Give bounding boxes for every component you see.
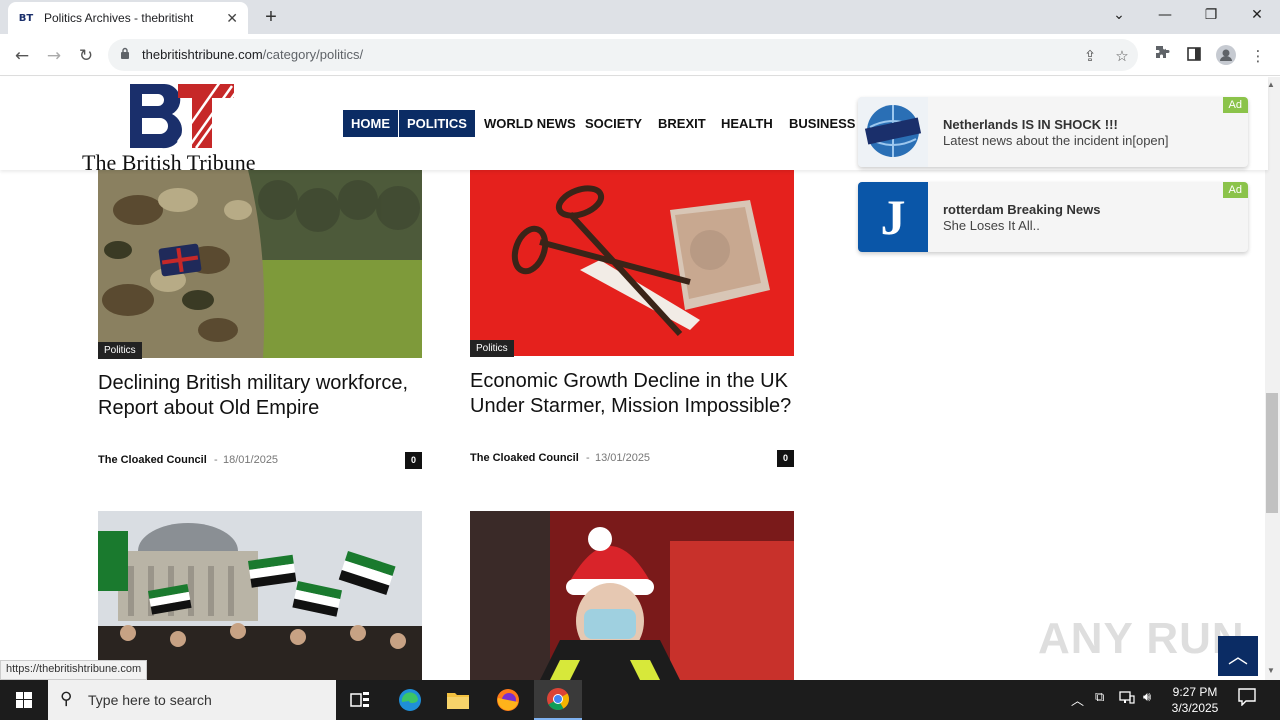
ad-title[interactable]: rotterdam Breaking News — [943, 202, 1101, 217]
windows-start-icon[interactable] — [0, 680, 48, 720]
notification-center-icon[interactable] — [1238, 688, 1256, 710]
nav-home[interactable]: HOME — [343, 110, 398, 137]
article-headline[interactable]: Declining British military workforce, Re… — [98, 371, 422, 421]
scroll-up-arrow-icon[interactable]: ▲ — [1267, 80, 1275, 89]
search-magnifier-icon: ⚲ — [60, 689, 73, 709]
firefox-icon[interactable] — [484, 680, 532, 720]
clock-date: 3/3/2025 — [1171, 701, 1219, 715]
new-tab-button[interactable]: + — [258, 4, 284, 30]
tray-overflow-chevron-icon[interactable]: ︿ — [1071, 690, 1084, 709]
article-author[interactable]: The Cloaked Council — [98, 454, 207, 466]
article-thumbnail-scissors[interactable] — [470, 170, 794, 356]
article-thumbnail-protest[interactable] — [98, 511, 422, 680]
back-icon[interactable]: ← — [10, 44, 34, 68]
task-view-icon[interactable] — [336, 680, 384, 720]
ad-subtitle[interactable]: Latest news about the incident in[open] — [943, 133, 1169, 148]
clock-time: 9:27 PM — [1172, 685, 1218, 699]
file-explorer-icon[interactable] — [434, 680, 482, 720]
nav-business[interactable]: BUSINESS — [781, 110, 863, 137]
nav-society[interactable]: SOCIETY — [577, 110, 650, 137]
extensions-puzzle-icon[interactable] — [1151, 45, 1173, 67]
ad-subtitle[interactable]: She Loses It All.. — [943, 218, 1040, 233]
reload-icon[interactable]: ↻ — [74, 44, 98, 68]
anyrun-watermark: ANY RUN — [1038, 614, 1245, 663]
site-logo-text[interactable]: The British Tribune — [82, 150, 256, 176]
nav-brexit[interactable]: BREXIT — [650, 110, 714, 137]
share-icon[interactable]: ⇪ — [1079, 45, 1101, 67]
browser-tab[interactable]: BT Politics Archives - thebritishtribune… — [8, 2, 248, 34]
url-text[interactable]: thebritishtribune.com/category/politics/ — [142, 47, 363, 62]
profile-avatar-icon[interactable] — [1215, 45, 1237, 67]
site-logo[interactable] — [128, 81, 238, 150]
article-date: 18/01/2025 — [223, 454, 279, 466]
article-thumbnail-military[interactable] — [98, 170, 422, 358]
status-bar-url: https://thebritishtribune.com — [0, 660, 148, 680]
lock-icon[interactable] — [120, 47, 130, 62]
bookmark-star-icon[interactable]: ☆ — [1111, 45, 1133, 67]
tray-device-icon[interactable]: ⧉ — [1095, 690, 1104, 705]
category-badge[interactable]: Politics — [98, 342, 142, 359]
scrollbar-thumb[interactable] — [1266, 393, 1278, 513]
category-badge[interactable]: Politics — [470, 340, 514, 357]
comment-count[interactable]: 0 — [777, 450, 794, 467]
ad-title[interactable]: Netherlands IS IN SHOCK !!! — [943, 117, 1118, 132]
comment-count[interactable]: 0 — [405, 452, 422, 469]
restore-button[interactable]: ❐ — [1188, 0, 1234, 32]
chrome-taskbar-icon[interactable] — [534, 680, 582, 720]
nav-health[interactable]: HEALTH — [713, 110, 781, 137]
article-author[interactable]: The Cloaked Council — [470, 452, 579, 464]
volume-icon[interactable]: 🔊︎ — [1143, 690, 1151, 705]
article-separator: - — [586, 452, 590, 464]
site-favicon: BT — [18, 12, 34, 24]
tab-title: Politics Archives - thebritishtribune — [44, 11, 194, 25]
tab-close-icon[interactable]: ✕ — [226, 10, 238, 27]
ad-card[interactable]: Netherlands IS IN SHOCK !!! Latest news … — [858, 97, 1248, 167]
side-panel-icon[interactable] — [1183, 45, 1205, 67]
taskbar-search-box[interactable]: ⚲ Type here to search — [48, 680, 336, 720]
minimize-button[interactable]: — — [1142, 0, 1188, 32]
taskbar-search-placeholder: Type here to search — [88, 692, 212, 708]
article-headline[interactable]: Economic Growth Decline in the UK Under … — [470, 369, 794, 419]
tab-search-chevron-icon[interactable]: ⌄ — [1096, 0, 1142, 32]
network-icon[interactable] — [1119, 690, 1135, 708]
j-letter-icon: J — [858, 182, 928, 252]
ad-tag: Ad — [1222, 182, 1248, 198]
forward-icon[interactable]: → — [42, 44, 66, 68]
nav-world-news[interactable]: WORLD NEWS — [476, 110, 584, 137]
chrome-menu-icon[interactable]: ⋮ — [1247, 45, 1269, 67]
scroll-down-arrow-icon[interactable]: ▼ — [1267, 666, 1275, 675]
nav-politics[interactable]: POLITICS — [399, 110, 475, 137]
article-date: 13/01/2025 — [595, 452, 651, 464]
close-window-button[interactable]: ✕ — [1234, 0, 1280, 32]
news-globe-icon — [858, 97, 928, 167]
article-separator: - — [214, 454, 218, 466]
back-to-top-button[interactable]: ︿ — [1218, 636, 1258, 676]
edge-browser-icon[interactable] — [386, 680, 434, 720]
ad-card[interactable]: J rotterdam Breaking News She Loses It A… — [858, 182, 1248, 252]
taskbar-clock[interactable]: 9:27 PM 3/3/2025 — [1160, 684, 1230, 716]
ad-tag: Ad — [1222, 97, 1248, 113]
article-thumbnail-woman-mask[interactable] — [470, 511, 794, 680]
